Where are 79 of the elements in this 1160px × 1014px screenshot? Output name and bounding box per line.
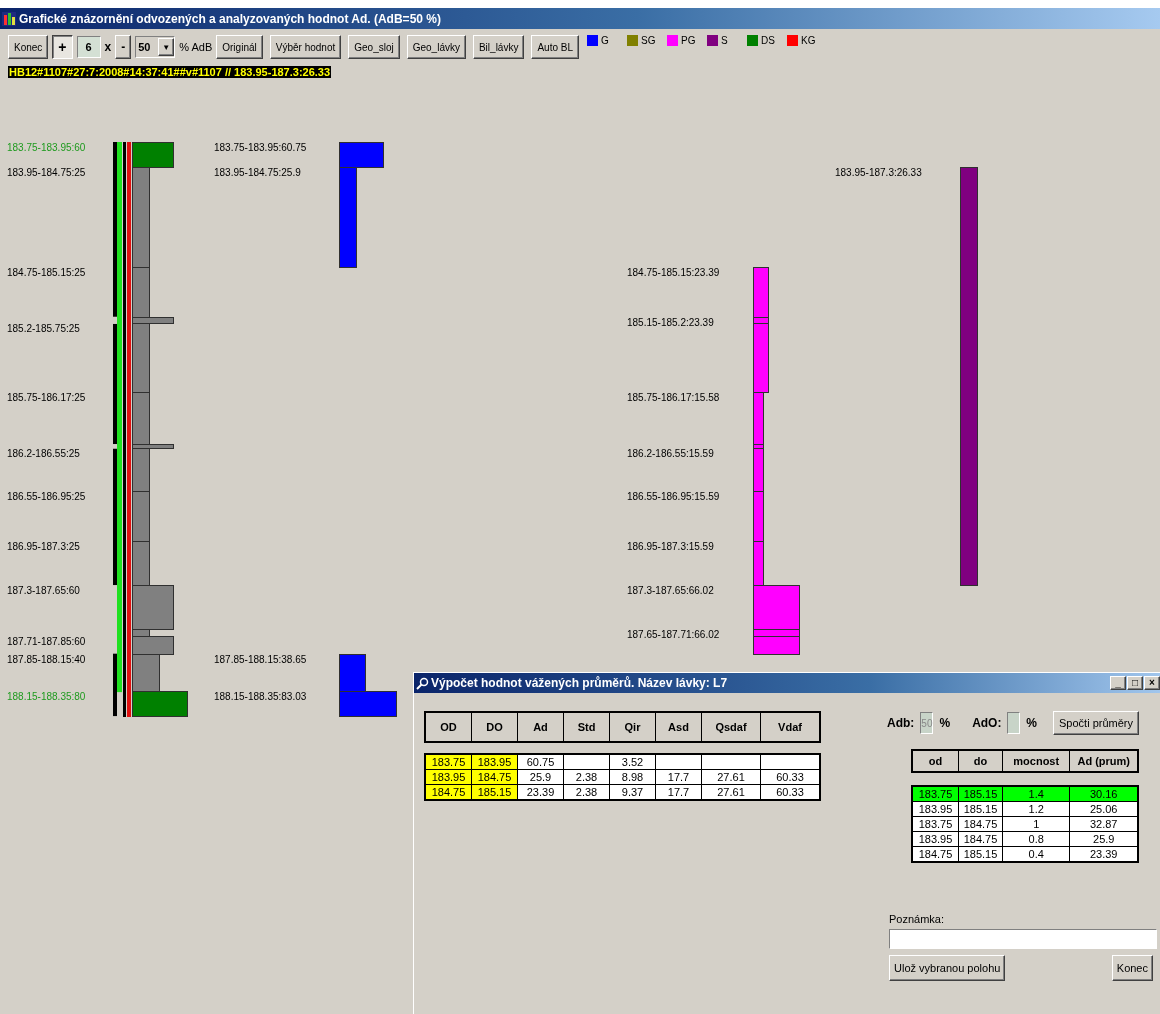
layer-label: 183.95-184.75:25 (7, 166, 86, 179)
legend-label: PG (681, 35, 696, 46)
note-field[interactable] (889, 929, 1157, 949)
app-icon (2, 11, 16, 26)
layer-label: 183.95-184.75:25.9 (214, 166, 301, 179)
table-cell: 183.75 (912, 786, 959, 802)
window-button[interactable]: _ (1110, 676, 1126, 690)
layer-label: 188.15-188.35:83.03 (214, 691, 307, 704)
layer-label: 187.65-187.71:66.02 (627, 628, 720, 641)
toolbar-button[interactable]: Výběr hodnot (269, 35, 342, 59)
close-button[interactable]: Konec (1111, 955, 1153, 981)
close-button[interactable]: Konec (8, 35, 49, 59)
layer-label: 183.75-183.95:60 (7, 142, 86, 154)
window-title: Grafické znázornění odvozených a analyzovaných hodnot Ad. (AdB=50 %) (19, 11, 441, 26)
legend-label: S (721, 35, 728, 46)
status-text: HB12#1107#27:7:2008#14:37:41##v#1107 // 183.95-187.3:26.33 (8, 66, 332, 78)
toolbar-button[interactable]: Auto BL (531, 35, 579, 59)
legend-label: DS (761, 35, 775, 46)
table-cell: 3.52 (609, 754, 656, 770)
table-cell: 1 (1002, 816, 1070, 832)
layer-label: 185.15-185.2:23.39 (627, 316, 714, 329)
table-cell: 60.75 (517, 754, 564, 770)
dialog-title: Výpočet hodnot vážených průměrů. Název lávky: L7 (431, 676, 728, 690)
layer-label: 186.55-186.95:15.59 (627, 491, 720, 504)
layer-label: 187.85-188.15:38.65 (214, 653, 307, 666)
table-cell: 183.95 (912, 831, 959, 847)
layer-label: 187.3-187.65:66.02 (627, 585, 714, 598)
adb-percent: % (939, 716, 951, 730)
toolbar-button[interactable]: Bil_lávky (472, 35, 525, 59)
note-label: Poznámka: (889, 913, 946, 925)
layer-label: 183.95-187.3:26.33 (835, 166, 922, 179)
table-cell: 183.75 (912, 816, 959, 832)
ad0-percent: % (1026, 716, 1037, 730)
adb-unit: % AdB (179, 41, 213, 53)
table-cell: 1.4 (1002, 786, 1070, 802)
toolbar-button[interactable]: Originál (216, 35, 263, 59)
layer-label: 185.2-185.75:25 (7, 322, 80, 335)
table-cell: 184.75 (958, 831, 1003, 847)
legend-label: SG (641, 35, 656, 46)
multiplier-field[interactable]: 6 (76, 36, 101, 58)
magnifier-icon (416, 676, 429, 690)
layer-label: 186.95-187.3:15.59 (627, 541, 714, 554)
table-cell: 183.95 (912, 801, 959, 817)
ad0-field[interactable] (1007, 712, 1021, 734)
layer-label: 183.75-183.95:60.75 (214, 142, 307, 154)
compute-button[interactable]: Spočti průměry (1053, 711, 1139, 735)
layer-label: 186.55-186.95:25 (7, 491, 86, 504)
layer-label: 184.75-185.15:23.39 (627, 266, 720, 279)
save-button[interactable]: Ulož vybranou polohu (889, 955, 1006, 981)
table-cell: 0.8 (1002, 831, 1070, 847)
minus-button[interactable]: - (115, 35, 132, 59)
table-row[interactable]: 183.75 185.15 1.4 30.16 (912, 786, 1138, 802)
table-cell: 1.2 (1002, 801, 1070, 817)
table-cell: 184.75 (958, 816, 1003, 832)
times-sign: x (104, 40, 112, 54)
layer-label: 187.71-187.85:60 (7, 636, 86, 649)
layer-label: 187.85-188.15:40 (7, 653, 86, 666)
plus-toggle[interactable]: + (52, 35, 73, 59)
layer-label: 185.75-186.17:15.58 (627, 391, 720, 404)
table-cell: 183.75 (425, 754, 472, 770)
adb-label: Adb: (887, 716, 915, 730)
layer-label: 188.15-188.35:80 (7, 691, 86, 704)
table-cell: 183.95 (471, 754, 518, 770)
window-button[interactable]: × (1144, 676, 1160, 690)
layer-label: 186.2-186.55:15.59 (627, 447, 714, 460)
layer-label: 186.2-186.55:25 (7, 447, 80, 460)
window-button[interactable]: □ (1127, 676, 1143, 690)
table-cell: 185.15 (958, 801, 1003, 817)
layer-label: 185.75-186.17:25 (7, 391, 86, 404)
legend-label: KG (801, 35, 816, 46)
toolbar-button[interactable]: Geo_sloj (348, 35, 400, 59)
toolbar-button[interactable]: Geo_lávky (406, 35, 466, 59)
legend-label: G (601, 35, 609, 46)
ad0-label: AdO: (972, 716, 1002, 730)
layer-label: 187.3-187.65:60 (7, 585, 80, 598)
layer-label: 186.95-187.3:25 (7, 541, 80, 554)
table-cell: 185.15 (958, 786, 1003, 802)
adb-combo[interactable]: 50 ▼ (135, 36, 176, 58)
layer-label: 184.75-185.15:25 (7, 266, 86, 279)
